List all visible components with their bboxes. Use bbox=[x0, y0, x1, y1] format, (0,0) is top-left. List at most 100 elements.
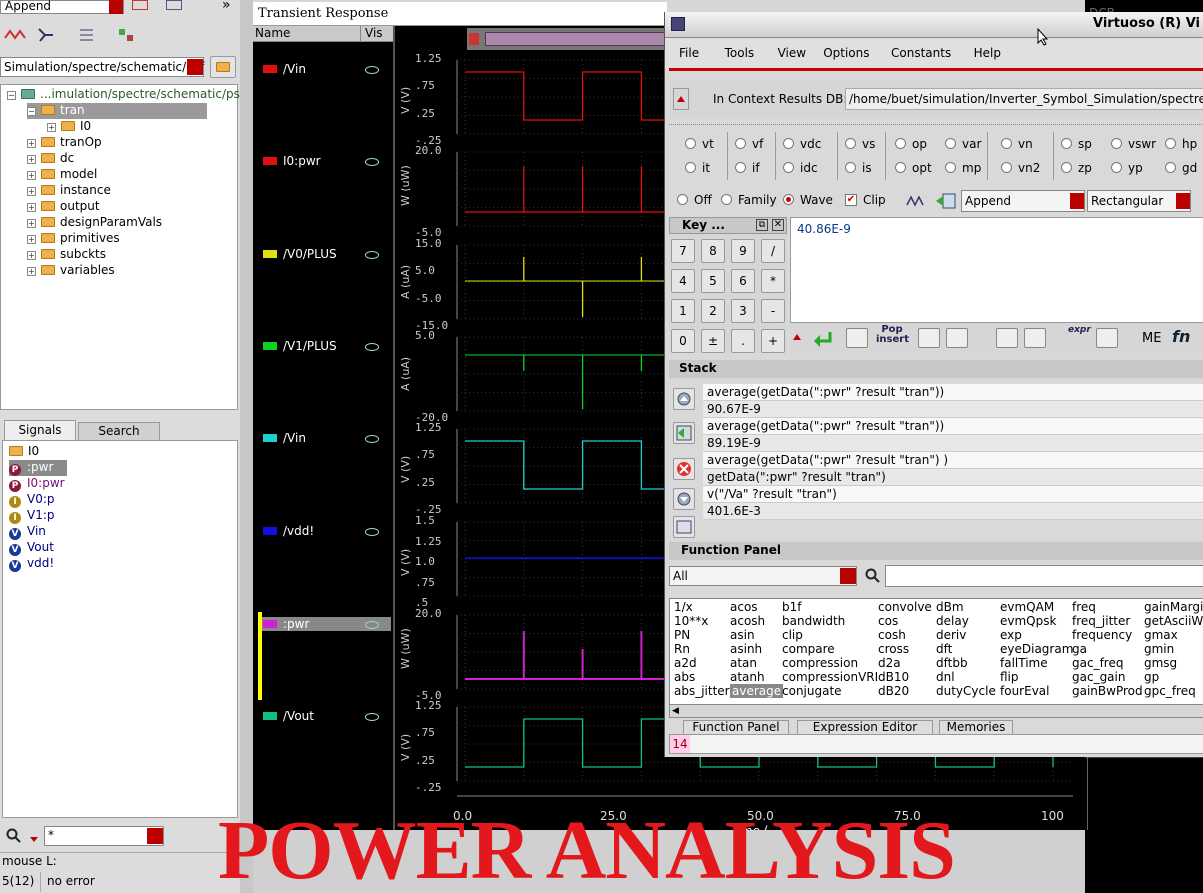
mode-family[interactable]: Family bbox=[721, 193, 777, 207]
eye-icon[interactable] bbox=[365, 435, 379, 443]
expand-icon[interactable]: + bbox=[27, 235, 36, 244]
function-item[interactable]: freq bbox=[1072, 600, 1096, 614]
key-5[interactable]: 5 bbox=[701, 269, 725, 293]
key-3[interactable]: / bbox=[761, 239, 785, 263]
function-item[interactable]: delay bbox=[936, 614, 969, 628]
tree-item[interactable]: − tran bbox=[27, 103, 207, 119]
signal-item[interactable]: V Vin bbox=[9, 524, 46, 540]
stack-item[interactable]: 90.67E-9 bbox=[703, 401, 1203, 418]
radio-zp[interactable]: zp bbox=[1061, 161, 1092, 175]
expand-icon[interactable]: + bbox=[27, 171, 36, 180]
search-icon[interactable] bbox=[865, 568, 881, 584]
path-combo[interactable]: Simulation/spectre/schematic/psf bbox=[0, 57, 204, 77]
radio-is[interactable]: is bbox=[845, 161, 872, 175]
menu-options[interactable]: Options bbox=[823, 46, 869, 60]
function-item[interactable]: a2d bbox=[674, 656, 697, 670]
function-item[interactable]: conjugate bbox=[782, 684, 842, 698]
function-item[interactable]: cross bbox=[878, 642, 909, 656]
expand-icon[interactable]: + bbox=[27, 267, 36, 276]
graph-type-combo[interactable]: Rectangular bbox=[1087, 190, 1191, 212]
mode-off[interactable]: Off bbox=[677, 193, 712, 207]
eye-icon[interactable] bbox=[365, 66, 379, 74]
radio-it[interactable]: it bbox=[685, 161, 710, 175]
delete-icon[interactable] bbox=[996, 328, 1018, 348]
function-item[interactable]: evmQpsk bbox=[1000, 614, 1056, 628]
function-item[interactable]: cosh bbox=[878, 628, 906, 642]
function-item[interactable]: acos bbox=[730, 600, 758, 614]
tree-item[interactable]: + tranOp bbox=[27, 135, 102, 151]
radio-op[interactable]: op bbox=[895, 137, 927, 151]
context-path-field[interactable]: /home/buet/simulation/Inverter_Symbol_Si… bbox=[845, 88, 1203, 110]
key-11[interactable]: - bbox=[761, 299, 785, 323]
tree-item[interactable]: + I0 bbox=[47, 119, 91, 135]
home-icon[interactable] bbox=[166, 0, 182, 10]
eye-icon[interactable] bbox=[365, 528, 379, 536]
trace-name[interactable]: I0:pwr bbox=[263, 154, 321, 168]
key-1[interactable]: 8 bbox=[701, 239, 725, 263]
function-item[interactable]: convolve bbox=[878, 600, 932, 614]
clear-all-icon[interactable] bbox=[1024, 328, 1046, 348]
trace-name[interactable]: /vdd! bbox=[263, 524, 314, 538]
radio-vf[interactable]: vf bbox=[735, 137, 763, 151]
filter-input[interactable]: * bbox=[44, 826, 164, 846]
signal-item[interactable]: P:pwr bbox=[9, 460, 67, 476]
fn-icon[interactable]: fn bbox=[1172, 327, 1190, 346]
eye-icon[interactable] bbox=[365, 621, 379, 629]
stack-item[interactable]: v("/Va" ?result "tran") bbox=[703, 486, 1203, 503]
radio-vt[interactable]: vt bbox=[685, 137, 714, 151]
chevron-down-icon[interactable] bbox=[147, 828, 163, 844]
radio-mp[interactable]: mp bbox=[945, 161, 981, 175]
tree-item[interactable]: + designParamVals bbox=[27, 215, 162, 231]
expand-icon[interactable]: + bbox=[27, 219, 36, 228]
signal-item[interactable]: P I0:pwr bbox=[9, 476, 65, 492]
trace-name[interactable]: /Vout bbox=[263, 709, 314, 723]
function-item[interactable]: gmax bbox=[1144, 628, 1178, 642]
radio-idc[interactable]: idc bbox=[783, 161, 818, 175]
function-item[interactable]: dutyCycle bbox=[936, 684, 996, 698]
function-item[interactable]: gp bbox=[1144, 670, 1159, 684]
key-0[interactable]: 7 bbox=[671, 239, 695, 263]
chevron-down-icon[interactable] bbox=[187, 59, 203, 75]
radio-vdc[interactable]: vdc bbox=[783, 137, 821, 151]
radio-if[interactable]: if bbox=[735, 161, 760, 175]
stack-item[interactable]: average(getData(":pwr" ?result "tran") ) bbox=[703, 452, 1203, 469]
bottom-tab[interactable]: Expression Editor bbox=[797, 720, 933, 734]
key-10[interactable]: 3 bbox=[731, 299, 755, 323]
expand-icon[interactable]: + bbox=[27, 139, 36, 148]
menu-view[interactable]: View bbox=[778, 46, 806, 60]
splitter[interactable] bbox=[240, 0, 253, 893]
undo-icon[interactable] bbox=[812, 327, 836, 349]
key-13[interactable]: ± bbox=[701, 329, 725, 353]
chevron-down-icon[interactable] bbox=[1070, 193, 1084, 209]
tree-item[interactable]: + variables bbox=[27, 263, 115, 279]
clip-checkbox[interactable]: ✔ Clip bbox=[845, 193, 886, 207]
stack-item[interactable]: 401.6E-3 bbox=[703, 503, 1203, 520]
plot-mode-combo[interactable]: Append bbox=[961, 190, 1085, 212]
menu-tools[interactable]: Tools bbox=[725, 46, 755, 60]
pop-insert-button[interactable]: Pop insert bbox=[876, 325, 909, 351]
radio-vswr[interactable]: vswr bbox=[1111, 137, 1156, 151]
function-item[interactable]: b1f bbox=[782, 600, 801, 614]
function-item[interactable]: acosh bbox=[730, 614, 765, 628]
function-item[interactable]: flip bbox=[1000, 670, 1019, 684]
menu-file[interactable]: File bbox=[679, 46, 699, 60]
cursor-icon[interactable] bbox=[36, 26, 56, 44]
function-item[interactable]: fourEval bbox=[1000, 684, 1049, 698]
function-item[interactable]: gac_freq bbox=[1072, 656, 1123, 670]
menu-constants[interactable]: Constants bbox=[891, 46, 951, 60]
send-to-graph-icon[interactable] bbox=[935, 191, 957, 211]
function-item[interactable]: dB20 bbox=[878, 684, 909, 698]
function-item[interactable]: dnl bbox=[936, 670, 955, 684]
radio-opt[interactable]: opt bbox=[895, 161, 932, 175]
tree-item[interactable]: + model bbox=[27, 167, 97, 183]
function-item[interactable]: gpc_freq bbox=[1144, 684, 1196, 698]
expr-add-icon[interactable]: expr bbox=[1068, 325, 1094, 351]
function-item[interactable]: abs bbox=[674, 670, 695, 684]
function-item[interactable]: gainBwProd bbox=[1072, 684, 1143, 698]
eye-icon[interactable] bbox=[365, 158, 379, 166]
function-item[interactable]: getAsciiW bbox=[1144, 614, 1203, 628]
signal-item[interactable]: I0 bbox=[9, 444, 39, 460]
stack-item[interactable]: average(getData(":pwr" ?result "tran")) bbox=[703, 418, 1203, 435]
function-item[interactable]: bandwidth bbox=[782, 614, 845, 628]
search-icon[interactable] bbox=[6, 828, 22, 844]
